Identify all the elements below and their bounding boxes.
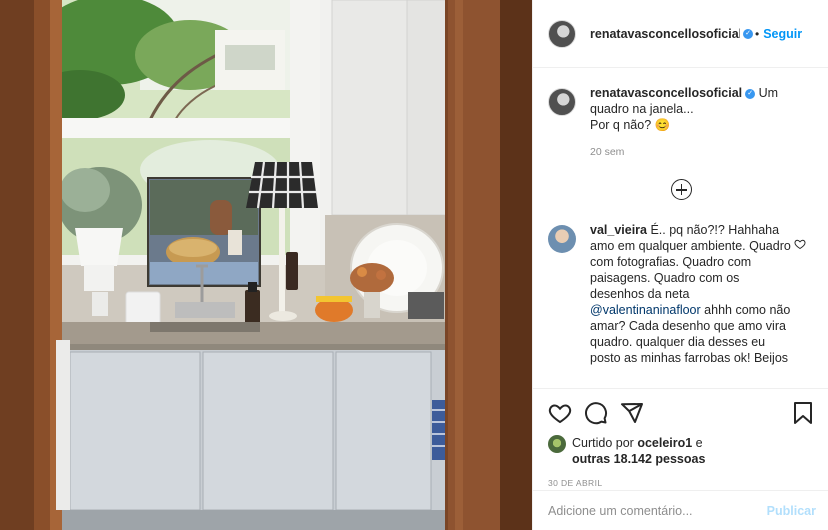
liker-username[interactable]: oceleiro1 [637, 436, 692, 450]
comment-item: val_vieira É.. pq não?!? Hahhaha amo em … [548, 222, 814, 366]
likes-mid: e [692, 436, 703, 450]
publish-button[interactable]: Publicar [767, 504, 816, 518]
instagram-post: renatavasconcellosoficial ✓ • Seguir ren… [0, 0, 828, 530]
likes-prefix: Curtido por [572, 436, 638, 450]
caption-timestamp[interactable]: 20 sem [590, 144, 796, 160]
comment-mention[interactable]: @valentinaninafloor [590, 303, 701, 317]
comment-input[interactable] [548, 503, 767, 518]
heart-icon[interactable] [548, 401, 572, 425]
post-side-panel: renatavasconcellosoficial ✓ • Seguir ren… [532, 0, 828, 530]
likes-count-link[interactable]: outras 18.142 pessoas [572, 452, 705, 466]
author-username[interactable]: renatavasconcellosoficial [590, 27, 740, 41]
verified-icon: ✓ [743, 28, 753, 39]
commenter-avatar[interactable] [548, 225, 576, 253]
likes-summary: Curtido por oceleiro1 e outras 18.142 pe… [548, 435, 814, 467]
commenter-username[interactable]: val_vieira [590, 223, 647, 237]
post-photo[interactable] [0, 0, 532, 530]
verified-icon: ✓ [745, 88, 756, 99]
liker-avatar[interactable] [548, 435, 566, 453]
comment-icon[interactable] [584, 401, 608, 425]
bookmark-icon[interactable] [792, 401, 814, 425]
caption: renatavasconcellosoficial ✓ Um quadro na … [548, 85, 814, 160]
like-comment-heart-icon[interactable] [794, 238, 806, 250]
comments-section[interactable]: renatavasconcellosoficial ✓ Um quadro na … [533, 69, 828, 387]
add-comment-bar: Publicar [533, 490, 828, 530]
caption-username[interactable]: renatavasconcellosoficial [590, 86, 742, 100]
load-more-comments-icon[interactable] [670, 179, 692, 200]
author-avatar[interactable] [548, 19, 576, 48]
kitchen-window-photo [0, 0, 532, 530]
caption-avatar[interactable] [548, 88, 576, 116]
follow-button[interactable]: Seguir [763, 27, 802, 41]
post-actions: Curtido por oceleiro1 e outras 18.142 pe… [533, 388, 828, 488]
post-date[interactable]: 30 DE ABRIL [548, 478, 814, 488]
share-icon[interactable] [620, 401, 644, 425]
post-header: renatavasconcellosoficial ✓ • Seguir [533, 0, 828, 68]
caption-text-line2: Por q não? 😊 [590, 118, 671, 132]
header-separator: • [755, 26, 760, 41]
